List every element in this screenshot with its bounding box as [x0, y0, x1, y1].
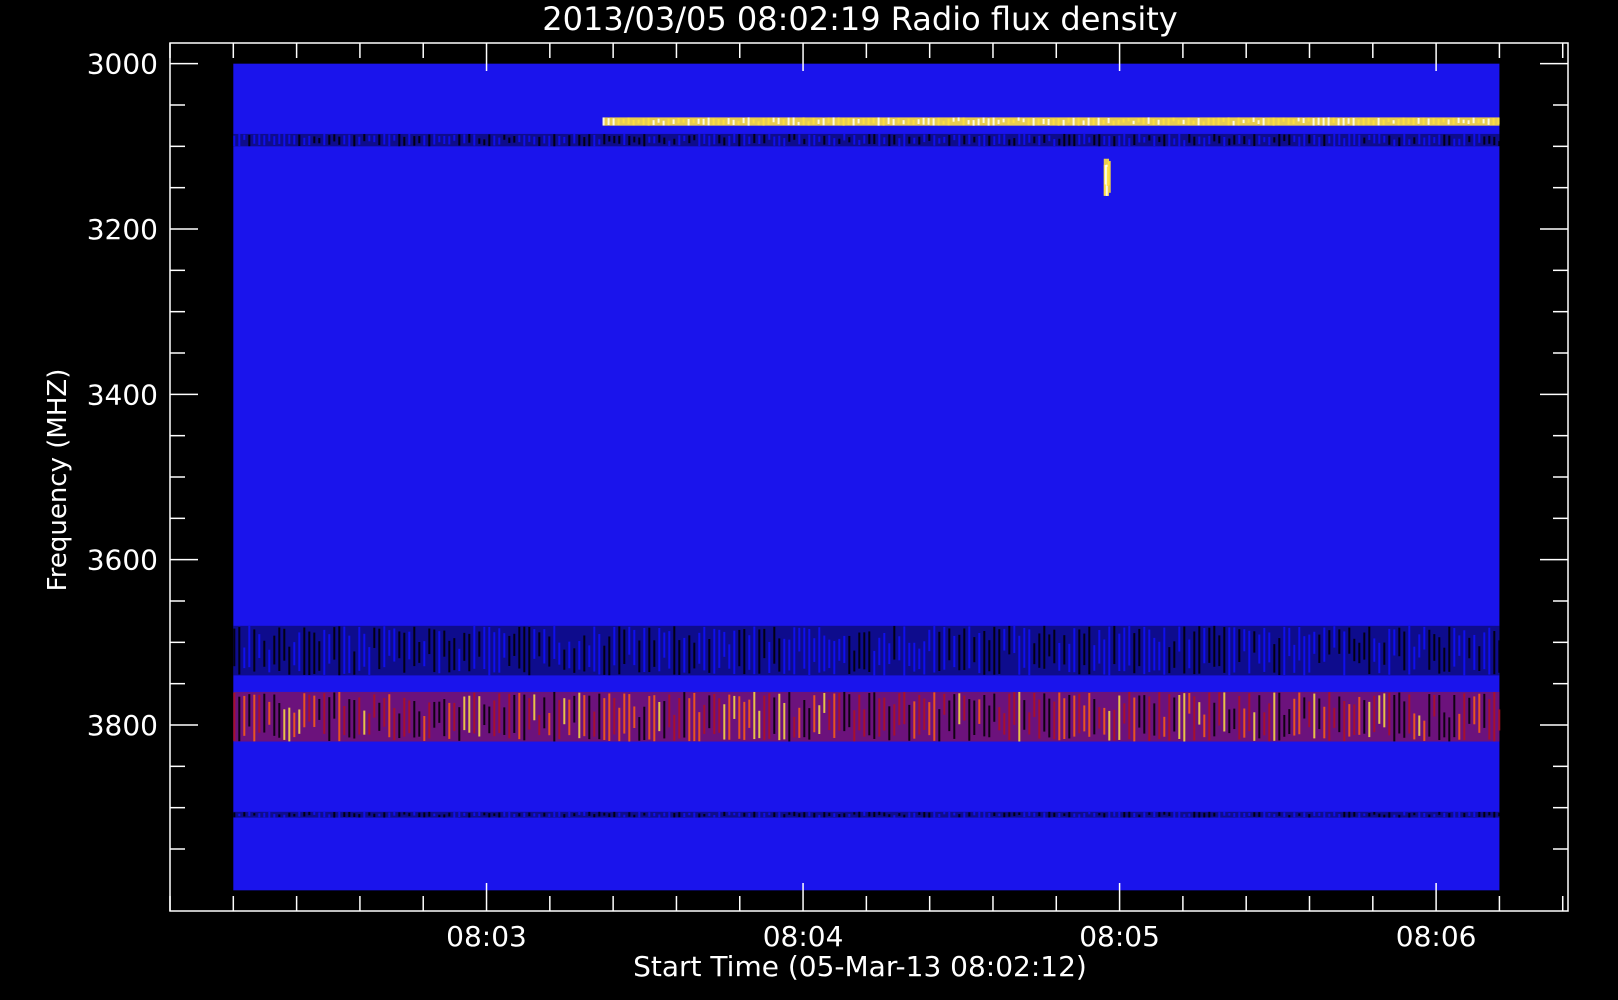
x-axis-label: Start Time (05-Mar-13 08:02:12)	[633, 950, 1087, 983]
feature-2	[1103, 158, 1111, 196]
spectrogram-chart: 2013/03/05 08:02:19 Radio flux density S…	[0, 0, 1618, 1000]
feature-4	[233, 691, 1501, 742]
x-tick-label: 08:03	[446, 920, 527, 953]
x-tick-label: 08:05	[1079, 920, 1160, 953]
heatmap-background	[233, 63, 1500, 891]
y-tick-label: 3200	[87, 213, 158, 246]
feature-3	[233, 625, 1501, 676]
feature-0	[602, 117, 1500, 126]
x-tick-label: 08:04	[763, 920, 844, 953]
heatmap-area	[233, 63, 1501, 891]
y-tick-label: 3400	[87, 378, 158, 411]
feature-5	[233, 811, 1501, 818]
y-tick-label: 3600	[87, 544, 158, 577]
y-tick-label: 3000	[87, 48, 158, 81]
x-tick-label: 08:06	[1396, 920, 1477, 953]
y-axis-label: Frequency (MHZ)	[43, 369, 73, 592]
chart-title: 2013/03/05 08:02:19 Radio flux density	[542, 0, 1177, 38]
y-tick-label: 3800	[87, 709, 158, 742]
feature-1	[233, 133, 1501, 147]
